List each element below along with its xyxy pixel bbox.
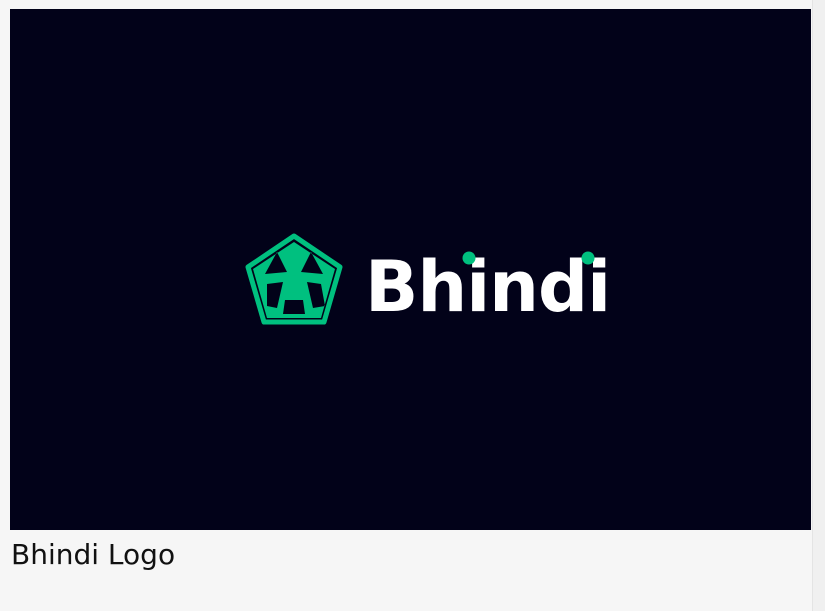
i-dot-accent	[462, 251, 476, 265]
pentagon-mesh-icon	[245, 233, 343, 325]
logo-lockup: Bhindi	[237, 224, 611, 328]
logo-graphic: Bhindi	[245, 233, 611, 328]
wordmark: Bhindi	[365, 246, 610, 328]
logo-image: Bhindi	[10, 9, 811, 530]
image-caption: Bhindi Logo	[11, 538, 176, 571]
i-dot-accent	[581, 251, 595, 265]
scrollbar[interactable]	[812, 0, 825, 611]
page: Bhindi Bhindi Logo	[0, 0, 825, 611]
